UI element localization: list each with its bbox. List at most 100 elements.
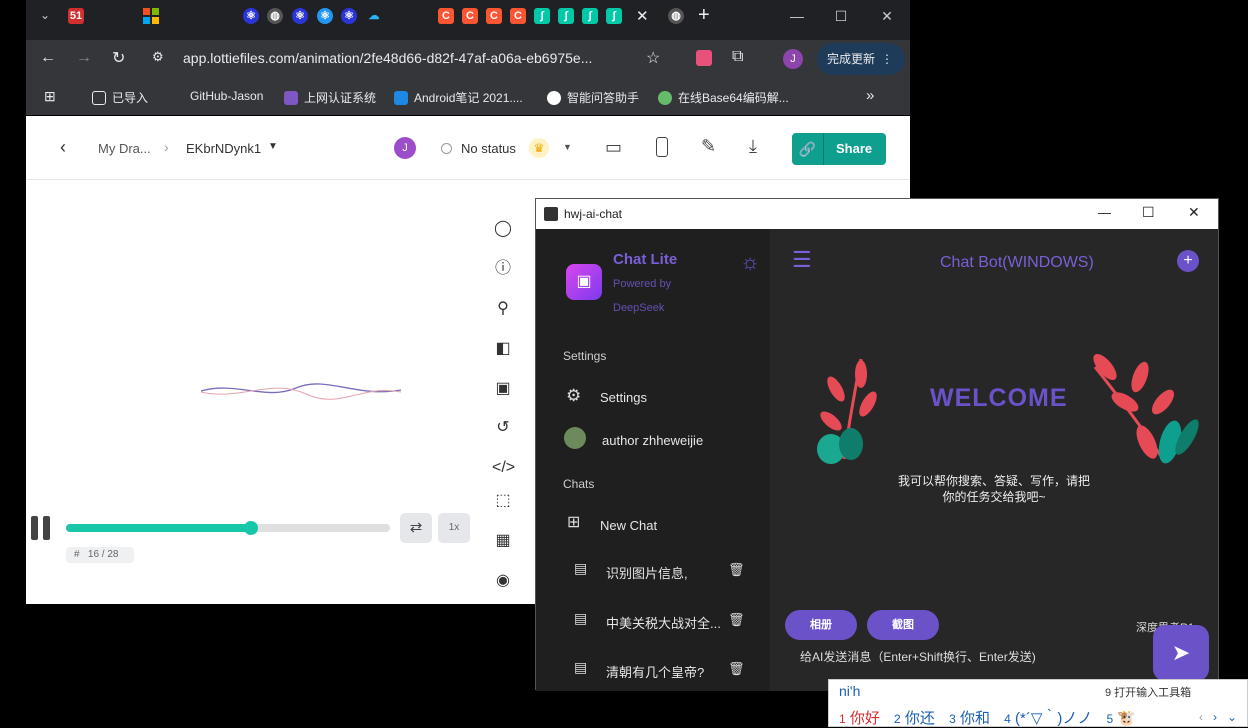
crop-frame-icon[interactable]: ⬚ — [492, 490, 514, 512]
new-chat-button[interactable]: New Chat — [600, 518, 657, 533]
bookmark-item[interactable]: 智能问答助手 — [547, 89, 639, 106]
candidate-item[interactable]: 5 🐮 — [1107, 710, 1137, 727]
caret-down-icon[interactable]: ▼ — [268, 141, 278, 152]
tab-react-icon[interactable]: ⚛ — [317, 8, 333, 24]
apps-grid-icon[interactable]: ⊞ — [44, 88, 56, 105]
avatar[interactable]: J — [394, 137, 416, 159]
chat-history-item[interactable]: 识别图片信息, — [606, 563, 688, 582]
animation-name[interactable]: EKbrNDynk1 — [186, 141, 261, 156]
new-chat-bubble-icon[interactable]: + — [1177, 250, 1199, 272]
tab-csdn-icon[interactable]: C — [438, 8, 454, 24]
minimize-icon[interactable]: — — [782, 6, 812, 26]
back-chevron-icon[interactable]: ‹ — [60, 137, 66, 158]
screenshot-button[interactable]: 截图 — [867, 610, 939, 640]
album-button[interactable]: 相册 — [785, 610, 857, 640]
translate-extension-icon[interactable] — [696, 50, 712, 66]
trash-icon[interactable]: 🗑 — [728, 661, 745, 677]
code-icon[interactable]: </> — [492, 457, 515, 479]
tab-microsoft-icon[interactable] — [143, 8, 159, 24]
tab-globe-icon[interactable]: ◍ — [668, 8, 684, 24]
tab-csdn-icon[interactable]: C — [510, 8, 526, 24]
candidate-item[interactable]: 2 你还 — [894, 710, 935, 727]
bookmark-item[interactable]: 上网认证系统 — [284, 89, 376, 106]
tab-lottie-icon[interactable]: ∫ — [534, 8, 550, 24]
progress-track[interactable] — [66, 521, 390, 535]
tab-globe-icon[interactable]: ◍ — [267, 8, 283, 24]
message-input[interactable]: 给AI发送消息（Enter+Shift换行、Enter发送) — [800, 647, 1140, 667]
preview-monitor-icon[interactable]: ▭ — [605, 137, 622, 158]
site-info-icon[interactable]: ⚙ — [152, 49, 164, 65]
tab-react-icon[interactable]: ⚛ — [243, 8, 259, 24]
tab-51-icon[interactable]: 51 — [68, 8, 84, 24]
bookmark-item[interactable]: 在线Base64编码解... — [658, 89, 789, 106]
candidate-item[interactable]: 3 你和 — [949, 710, 990, 727]
accessibility-icon[interactable]: ⚲ — [492, 298, 514, 320]
bookmark-item[interactable]: Android笔记 2021.... — [394, 89, 523, 106]
share-button[interactable]: 🔗 Share — [792, 133, 886, 165]
maximize-icon[interactable]: ☐ — [1142, 204, 1155, 221]
tab-react-icon[interactable]: ⚛ — [341, 8, 357, 24]
tab-lottie-icon[interactable]: ∫ — [606, 8, 622, 24]
checkerboard-icon[interactable]: ▦ — [492, 530, 514, 552]
back-icon[interactable]: ← — [40, 49, 56, 67]
new-tab-icon[interactable]: + — [698, 4, 710, 27]
candidate-item[interactable]: 4 (*´▽｀)ノノ — [1004, 710, 1092, 727]
loop-icon[interactable]: ⇄ — [400, 513, 432, 543]
theme-icon[interactable]: ◧ — [492, 338, 514, 360]
progress-handle[interactable] — [243, 521, 258, 535]
url-field[interactable]: app.lottiefiles.com/animation/2fe48d66-d… — [183, 50, 592, 66]
tab-lottie-icon[interactable]: ∫ — [582, 8, 598, 24]
more-bookmarks-icon[interactable]: » — [866, 87, 874, 104]
breadcrumb-folder[interactable]: My Dra... — [98, 141, 151, 156]
mobile-preview-icon[interactable] — [656, 137, 668, 157]
ime-page-next-icon[interactable]: › — [1213, 710, 1217, 724]
trash-icon[interactable]: 🗑 — [728, 562, 745, 578]
tab-cloud-icon[interactable]: ☁ — [366, 8, 382, 24]
tab-search-icon[interactable]: ⌄ — [40, 8, 50, 22]
drop-icon[interactable]: ◉ — [492, 570, 514, 592]
bookmark-item[interactable]: 已导入 — [92, 89, 148, 106]
edit-icon[interactable]: ✎ — [701, 136, 716, 157]
ime-page-prev-icon[interactable]: ‹ — [1199, 710, 1203, 724]
status-caret-icon[interactable]: ▼ — [563, 142, 572, 152]
bookmark-star-icon[interactable]: ☆ — [646, 48, 660, 68]
extensions-icon[interactable]: ⧉ — [732, 48, 743, 66]
tab-lottie-icon[interactable]: ∫ — [558, 8, 574, 24]
status-label[interactable]: No status — [461, 141, 516, 156]
menu-icon[interactable]: ☰ — [792, 247, 812, 273]
trash-icon[interactable]: 🗑 — [728, 612, 745, 628]
close-window-icon[interactable]: ✕ — [1188, 204, 1200, 221]
tab-csdn-icon[interactable]: C — [486, 8, 502, 24]
image-icon[interactable]: ▣ — [492, 378, 514, 400]
author-item[interactable]: author zhheweijie — [602, 433, 703, 448]
info-icon[interactable]: ⓘ — [492, 258, 514, 280]
link-icon[interactable]: 🔗 — [792, 133, 824, 165]
download-icon[interactable]: ⤓ — [749, 136, 757, 157]
tab-react-icon[interactable]: ⚛ — [292, 8, 308, 24]
crown-icon[interactable]: ♛ — [529, 138, 549, 158]
history-icon[interactable]: ↺ — [492, 417, 514, 439]
reload-icon[interactable]: ↻ — [112, 48, 125, 68]
update-button[interactable]: 完成更新 ⋮ — [817, 43, 905, 75]
theme-sun-icon[interactable]: ☼ — [740, 249, 760, 275]
ime-expand-icon[interactable]: ⌄ — [1227, 710, 1237, 724]
pause-button[interactable] — [31, 516, 53, 540]
speed-button[interactable]: 1x — [438, 513, 470, 543]
forward-icon[interactable]: → — [76, 49, 92, 67]
comment-icon[interactable]: ◯ — [492, 218, 514, 240]
chat-history-item[interactable]: 中美关税大战对全... — [606, 613, 721, 632]
minimize-icon[interactable]: — — [1098, 205, 1111, 220]
tab-csdn-icon[interactable]: C — [462, 8, 478, 24]
frame-counter[interactable]: # 16 / 28 — [66, 547, 134, 563]
maximize-icon[interactable]: ☐ — [826, 6, 856, 26]
ime-toolbox[interactable]: 9 打开输入工具箱 — [1105, 684, 1191, 700]
more-icon[interactable]: ⋮ — [881, 52, 893, 66]
close-tab-icon[interactable]: ✕ — [636, 7, 649, 25]
send-icon[interactable]: ➤ — [1153, 625, 1209, 681]
close-window-icon[interactable]: ✕ — [872, 6, 902, 26]
settings-item[interactable]: Settings — [600, 390, 647, 405]
bookmark-item[interactable]: GitHub-Jason — [190, 89, 263, 103]
candidate-item[interactable]: 1 你好 — [839, 710, 880, 727]
chat-history-item[interactable]: 清朝有几个皇帝? — [606, 662, 704, 681]
profile-avatar[interactable]: J — [783, 49, 803, 69]
